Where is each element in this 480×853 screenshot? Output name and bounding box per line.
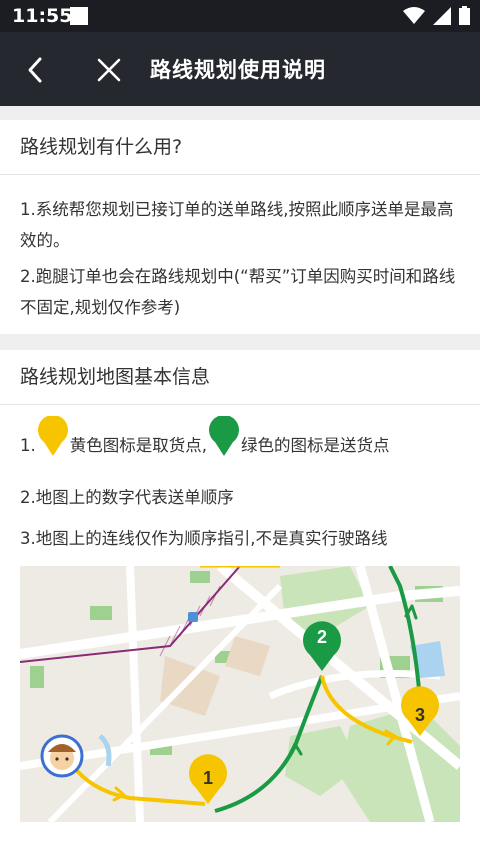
courier-avatar xyxy=(40,734,84,778)
notification-icon xyxy=(70,7,88,25)
marker-label-1: 1 xyxy=(203,768,213,788)
nav-bar: 路线规划使用说明 xyxy=(0,32,480,106)
marker-label-2: 2 xyxy=(317,627,327,647)
battery-icon xyxy=(459,6,470,25)
marker-label-3: 3 xyxy=(415,705,425,725)
legend-prefix: 1. xyxy=(20,436,36,455)
signal-icon xyxy=(433,6,451,25)
yellow-pin-icon xyxy=(37,415,68,456)
wifi-icon xyxy=(403,6,425,24)
close-icon[interactable] xyxy=(95,56,123,84)
info-item-3: 3.地图上的连线仅作为顺序指引,不是真实行驶路线 xyxy=(20,529,388,548)
info-item-2: 2.地图上的数字代表送单顺序 xyxy=(20,488,234,507)
green-pin-icon xyxy=(209,415,239,456)
back-arrow-icon[interactable] xyxy=(22,56,50,84)
paragraph-2: 2.跑腿订单也会在路线规划中(“帮买”订单因购买时间和路线不固定,规划仅作参考) xyxy=(20,267,456,317)
status-icons xyxy=(403,6,470,25)
status-time: 11:55 xyxy=(12,5,73,27)
section-heading: 路线规划地图基本信息 xyxy=(0,350,480,405)
map-illustration: 1 2 3 xyxy=(20,566,460,822)
section-heading: 路线规划有什么用? xyxy=(0,120,480,175)
legend-green-text: 绿色的图标是送货点 xyxy=(241,436,390,455)
route-map: 1 2 3 xyxy=(20,566,460,822)
status-bar: 11:55 xyxy=(0,0,480,32)
legend-line: 1. 黄色图标是取货点, 绿色的图标是送货点 xyxy=(20,415,465,466)
section-map-info: 路线规划地图基本信息 1. 黄色图标是取货点, 绿色的图标是送货点 2.地图上的… xyxy=(0,350,480,853)
page-title: 路线规划使用说明 xyxy=(150,58,326,82)
metro-icon xyxy=(188,612,198,622)
paragraph-1: 1.系统帮您规划已接订单的送单路线,按照此顺序送单是最高效的。 xyxy=(20,200,454,250)
legend-yellow-text: 黄色图标是取货点, xyxy=(69,436,207,455)
section-route-purpose: 路线规划有什么用? 1.系统帮您规划已接订单的送单路线,按照此顺序送单是最高效的… xyxy=(0,120,480,334)
